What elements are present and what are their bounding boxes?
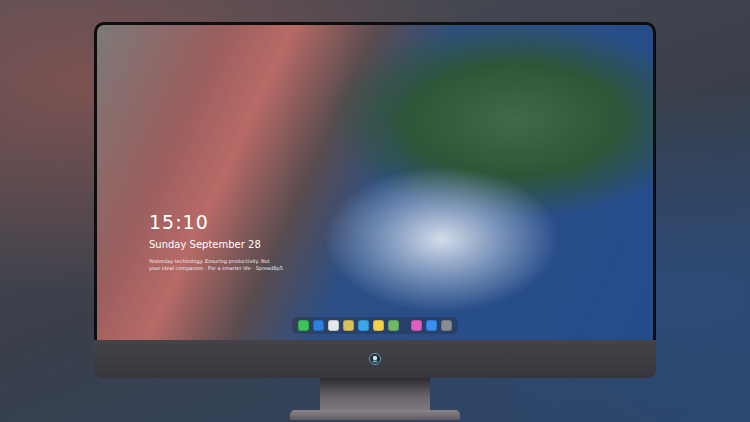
app-icon[interactable] bbox=[441, 320, 452, 331]
app-icon[interactable] bbox=[426, 320, 437, 331]
clock-date: Sunday September 28 bbox=[149, 238, 653, 252]
dock-group bbox=[298, 320, 399, 331]
app-icon[interactable] bbox=[313, 320, 324, 331]
dock bbox=[292, 317, 458, 334]
app-icon[interactable] bbox=[328, 320, 339, 331]
lock-clock: 15:10 Sunday September 28 Yesterday techno… bbox=[97, 25, 653, 272]
dock-group bbox=[411, 320, 452, 331]
app-icon[interactable] bbox=[298, 320, 309, 331]
app-icon[interactable] bbox=[343, 320, 354, 331]
tagline-line: your ideal companion · For a smarter lif… bbox=[149, 265, 653, 272]
logo-icon bbox=[369, 353, 381, 365]
mockup-scene: 15:10 Sunday September 28 Yesterday techno… bbox=[0, 0, 750, 422]
tagline-line: Yesterday technology. Ensuring productiv… bbox=[149, 258, 653, 265]
app-icon[interactable] bbox=[411, 320, 422, 331]
monitor-chin bbox=[94, 340, 656, 378]
clock-time: 15:10 bbox=[149, 210, 653, 234]
app-icon[interactable] bbox=[358, 320, 369, 331]
monitor-stand bbox=[320, 378, 430, 410]
lock-tagline: Yesterday technology. Ensuring productiv… bbox=[149, 258, 653, 272]
monitor-base bbox=[290, 410, 460, 420]
lock-screen: 15:10 Sunday September 28 Yesterday techno… bbox=[94, 22, 656, 340]
app-icon[interactable] bbox=[373, 320, 384, 331]
monitor: 15:10 Sunday September 28 Yesterday techno… bbox=[94, 22, 656, 378]
app-icon[interactable] bbox=[388, 320, 399, 331]
